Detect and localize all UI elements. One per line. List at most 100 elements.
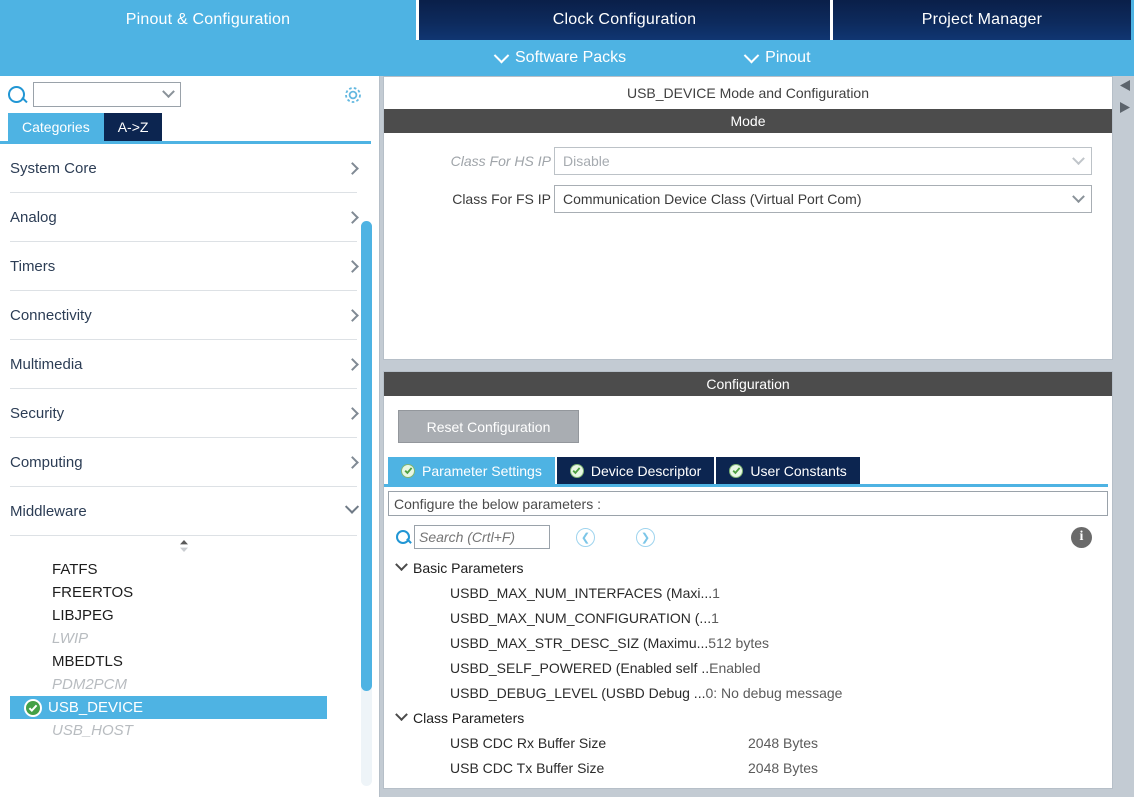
check-circle-icon <box>569 463 584 478</box>
info-icon[interactable]: i <box>1071 526 1092 548</box>
sidebar-item-analog[interactable]: Analog <box>10 193 359 242</box>
parameter-value: Enabled <box>709 659 761 676</box>
sidebar-item-connectivity[interactable]: Connectivity <box>10 291 359 340</box>
chevron-right-circle-icon[interactable]: ❯ <box>636 527 655 547</box>
mode-card: USB_DEVICE Mode and Configuration Mode C… <box>383 76 1113 360</box>
reset-row: Reset Configuration <box>384 396 1112 443</box>
sidebar-item-middleware[interactable]: Middleware <box>10 487 360 536</box>
sidebar-item-timers[interactable]: Timers <box>10 242 359 291</box>
tab-parameter-settings[interactable]: Parameter Settings <box>388 457 555 484</box>
search-combo[interactable] <box>33 82 181 107</box>
pinout-label: Pinout <box>765 49 811 66</box>
table-row[interactable]: USBD_DEBUG_LEVEL (USBD Debug ... 0: No d… <box>388 680 1108 705</box>
reset-configuration-button[interactable]: Reset Configuration <box>398 410 579 443</box>
parameter-name: USBD_MAX_NUM_INTERFACES (Maxi... <box>450 584 713 601</box>
check-circle-icon <box>401 463 415 478</box>
parameter-name: USBD_MAX_STR_DESC_SIZ (Maximu... <box>450 634 709 651</box>
group-label: Class Parameters <box>413 709 525 726</box>
class-for-fs-ip-select[interactable]: Communication Device Class (Virtual Port… <box>554 185 1092 213</box>
secondary-toolbar: Software Packs Pinout <box>0 40 1134 76</box>
sidebar-search-row <box>0 76 379 113</box>
table-row[interactable]: USB CDC Tx Buffer Size 2048 Bytes <box>388 755 1108 780</box>
tab-pinout-and-configuration[interactable]: Pinout & Configuration <box>0 0 416 40</box>
table-row[interactable]: USB CDC Rx Buffer Size 2048 Bytes <box>388 730 1108 755</box>
class-for-fs-ip-label: Class For FS IP <box>452 191 551 207</box>
table-row[interactable]: USBD_MAX_NUM_INTERFACES (Maxi... 1 <box>388 580 1108 605</box>
category-label: Timers <box>10 257 56 275</box>
table-row[interactable]: USBD_MAX_STR_DESC_SIZ (Maximu... 512 byt… <box>388 630 1108 655</box>
menu-software-packs[interactable]: Software Packs <box>493 47 626 67</box>
middleware-label: MBEDTLS <box>52 653 123 670</box>
parameter-name: USBD_SELF_POWERED (Enabled self .. <box>450 659 710 676</box>
parameter-tree: Basic Parameters USBD_MAX_NUM_INTERFACES… <box>388 555 1108 780</box>
search-input[interactable] <box>414 525 550 549</box>
class-for-hs-ip-label: Class For HS IP <box>450 153 551 169</box>
chevron-down-icon <box>395 708 408 722</box>
scroll-spinner[interactable] <box>10 536 357 556</box>
tab-label: Parameter Settings <box>422 462 542 479</box>
chevron-right-icon <box>346 161 359 175</box>
sidebar-item-multimedia[interactable]: Multimedia <box>10 340 359 389</box>
chevron-left-circle-icon[interactable]: ❮ <box>576 527 595 547</box>
parameter-value: 2048 Bytes <box>748 734 819 751</box>
tab-label: User Constants <box>750 462 847 479</box>
row-class-for-hs-ip: Class For HS IP Disable <box>404 147 1092 175</box>
table-row[interactable]: USBD_MAX_NUM_CONFIGURATION (... 1 <box>388 605 1108 630</box>
gear-icon[interactable] <box>342 84 364 106</box>
tab-clock-configuration[interactable]: Clock Configuration <box>416 0 830 40</box>
category-label: System Core <box>10 159 97 177</box>
category-label: Security <box>10 404 65 422</box>
configuration-panel: USB_DEVICE Mode and Configuration Mode C… <box>380 76 1134 797</box>
category-label: Middleware <box>10 502 87 520</box>
configuration-tabs-underline <box>384 484 1108 487</box>
tree-group-class-parameters[interactable]: Class Parameters <box>388 705 1108 730</box>
middleware-label: USB_HOST <box>52 722 133 739</box>
chevron-down-icon <box>344 499 360 514</box>
sidebar-item-security[interactable]: Security <box>10 389 359 438</box>
table-row[interactable]: USBD_SELF_POWERED (Enabled self .. Enabl… <box>388 655 1108 680</box>
tree-group-basic-parameters[interactable]: Basic Parameters <box>388 555 1108 580</box>
sidebar-scrollbar-thumb[interactable] <box>361 221 372 691</box>
chevron-down-icon <box>395 558 408 572</box>
tab-a-to-z[interactable]: A->Z <box>103 113 163 141</box>
category-label: Connectivity <box>10 306 92 324</box>
chevron-right-icon <box>346 308 359 322</box>
list-item-fatfs[interactable]: FATFS <box>10 558 357 581</box>
tab-categories[interactable]: Categories <box>8 113 104 141</box>
top-tab-bar: Pinout & Configuration Clock Configurati… <box>0 0 1134 40</box>
tab-user-constants[interactable]: User Constants <box>714 457 860 484</box>
tab-project-manager[interactable]: Project Manager <box>830 0 1131 40</box>
sidebar-scrollbar[interactable] <box>361 221 372 786</box>
check-circle-icon <box>729 463 744 478</box>
parameter-name: USB CDC Rx Buffer Size <box>450 734 607 751</box>
list-item-pdm2pcm: PDM2PCM <box>10 673 357 696</box>
chevron-right-icon <box>346 210 359 224</box>
list-item-lwip: LWIP <box>10 627 357 650</box>
configuration-band-label: Configuration <box>384 372 1112 396</box>
parameter-value: 0: No debug message <box>705 684 843 701</box>
middleware-label: FREERTOS <box>52 584 134 601</box>
chevron-down-icon <box>743 47 760 63</box>
middleware-list: FATFS FREERTOS LIBJPEG LWIP MBEDTLS PDM2… <box>10 556 357 742</box>
menu-pinout[interactable]: Pinout <box>743 47 811 67</box>
parameter-area: ❮ ❯ i Basic Parameters USBD_MAX_NUM_INTE… <box>384 516 1112 788</box>
sidebar-item-system-core[interactable]: System Core <box>10 144 359 193</box>
arrow-up-left-icon <box>1120 80 1130 91</box>
sidebar-item-computing[interactable]: Computing <box>10 438 359 487</box>
chevron-right-icon <box>346 406 359 420</box>
list-item-usb-host: USB_HOST <box>10 719 357 742</box>
list-item-libjpeg[interactable]: LIBJPEG <box>10 604 357 627</box>
page-title: USB_DEVICE Mode and Configuration <box>384 77 1112 109</box>
list-item-freertos[interactable]: FREERTOS <box>10 581 357 604</box>
parameter-value: 512 bytes <box>708 634 770 651</box>
configuration-tabs: Parameter Settings Device Descriptor Use… <box>384 457 1112 484</box>
list-item-usb-device[interactable]: USB_DEVICE <box>10 696 327 719</box>
class-for-fs-ip-value: Communication Device Class (Virtual Port… <box>563 191 862 207</box>
class-for-hs-ip-value: Disable <box>563 153 610 169</box>
list-item-mbedtls[interactable]: MBEDTLS <box>10 650 357 673</box>
tab-device-descriptor[interactable]: Device Descriptor <box>554 457 715 484</box>
category-label: Computing <box>10 453 83 471</box>
panel-collapse-arrows[interactable] <box>1117 76 1132 124</box>
chevron-right-icon <box>346 455 359 469</box>
middleware-label: LIBJPEG <box>52 607 114 624</box>
